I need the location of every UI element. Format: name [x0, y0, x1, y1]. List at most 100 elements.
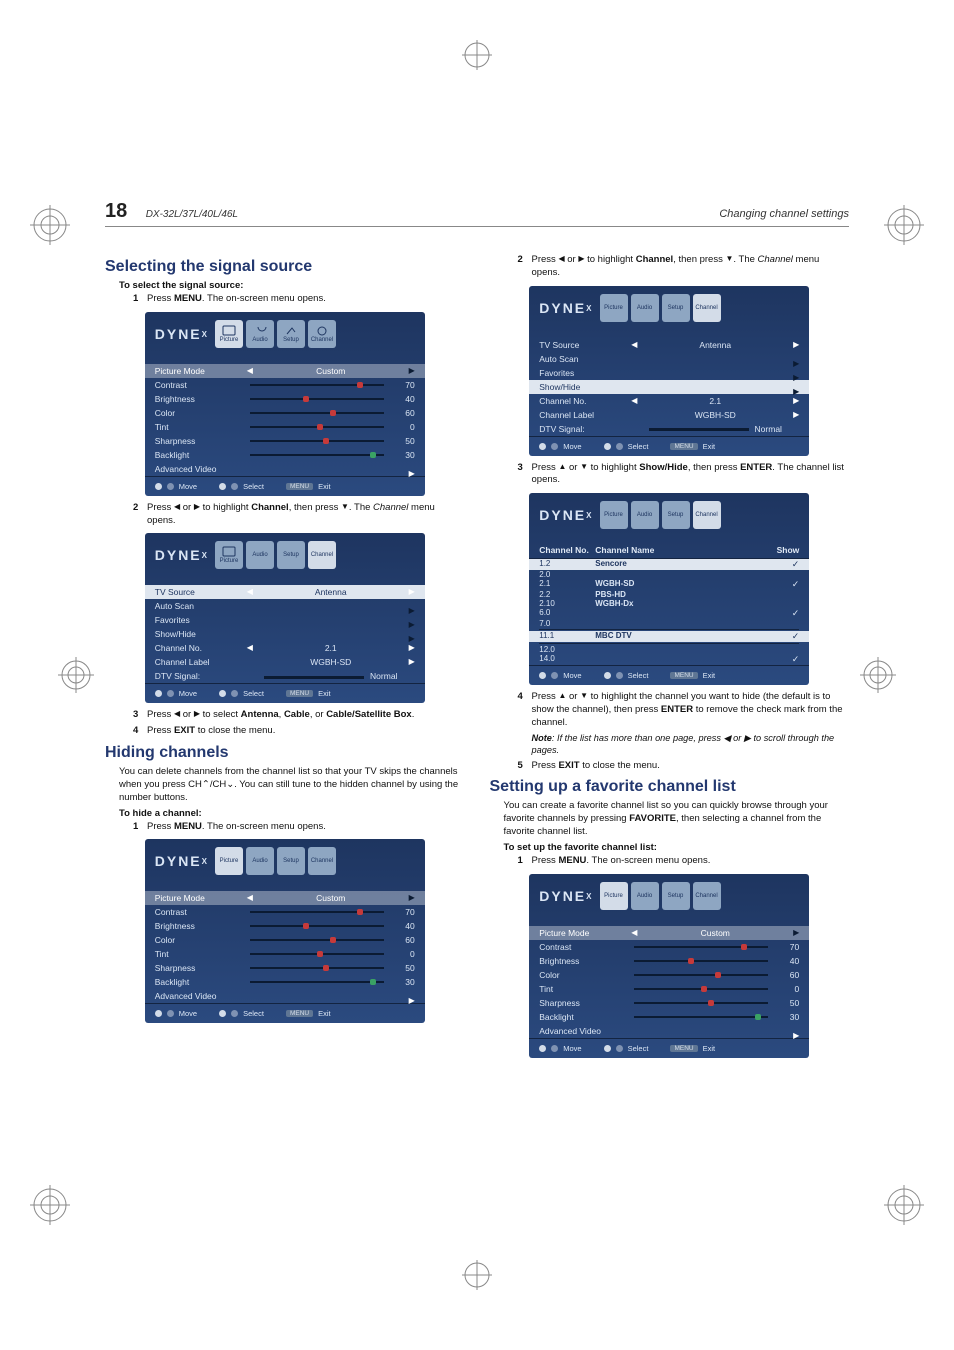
osd-row[interactable]: Sharpness50: [145, 434, 425, 448]
osd-row[interactable]: Color60: [529, 968, 809, 982]
channel-list-row[interactable]: 2.10WGBH-Dx: [529, 599, 809, 608]
page-header: 18 DX-32L/37L/40L/46L Changing channel s…: [105, 200, 849, 227]
tab-setup[interactable]: Setup: [277, 847, 305, 875]
osd-row[interactable]: Tint0: [529, 982, 809, 996]
step-2-4: 4 Press ▲ or ▼ to highlight the channel …: [518, 691, 850, 729]
osd-footer: Move Select MENU Exit: [529, 665, 809, 685]
registration-mark-br: [884, 1185, 924, 1225]
step-1-3: 3 Press ◀ or ▶ to select Antenna, Cable,…: [133, 709, 465, 722]
osd-footer: Move Select MENU Exit: [145, 1003, 425, 1023]
subhead-to-hide: To hide a channel:: [119, 808, 465, 819]
osd-row[interactable]: Color60: [145, 933, 425, 947]
tab-picture[interactable]: Picture: [600, 882, 628, 910]
registration-mark-tl: [30, 205, 70, 245]
osd-row[interactable]: Contrast70: [145, 905, 425, 919]
osd-row[interactable]: TV Source◀Antenna▶: [529, 338, 809, 352]
brand-logo: DYNEX: [155, 547, 209, 563]
tab-audio[interactable]: Audio: [246, 847, 274, 875]
osd-picture-menu: DYNEX Picture Audio Setup Channel Pictur…: [145, 312, 425, 496]
tab-audio[interactable]: Audio: [631, 882, 659, 910]
osd-footer: Move Select MENU Exit: [529, 1038, 809, 1058]
osd-footer: Move Select MENU Exit: [145, 476, 425, 496]
tab-picture[interactable]: Picture: [215, 847, 243, 875]
osd-row[interactable]: Channel LabelWGBH-SD▶: [529, 408, 809, 422]
step-2-5: 5 Press EXIT to close the menu.: [518, 760, 850, 773]
tab-setup[interactable]: Setup: [277, 541, 305, 569]
osd-row[interactable]: Contrast70: [529, 940, 809, 954]
step-1-4: 4 Press EXIT to close the menu.: [133, 725, 465, 738]
osd-row[interactable]: Show/Hide▶: [529, 380, 809, 394]
osd-row[interactable]: Brightness40: [145, 919, 425, 933]
registration-mark-tr: [884, 205, 924, 245]
hiding-intro: You can delete channels from the channel…: [119, 766, 465, 804]
osd-row[interactable]: DTV Signal:Normal: [529, 422, 809, 436]
tab-audio[interactable]: Audio: [631, 501, 659, 529]
osd-row[interactable]: Picture Mode◀Custom▶: [145, 364, 425, 378]
tab-audio[interactable]: Audio: [246, 541, 274, 569]
page-number: 18: [105, 200, 127, 222]
tab-audio[interactable]: Audio: [631, 294, 659, 322]
osd-row[interactable]: Color60: [145, 406, 425, 420]
osd-channel-menu: DYNEX Picture Audio Setup Channel TV Sou…: [529, 286, 809, 456]
osd-row[interactable]: Channel No.◀2.1▶: [529, 394, 809, 408]
osd-footer: Move Select MENU Exit: [529, 436, 809, 456]
osd-row[interactable]: Favorites▶: [145, 613, 425, 627]
channel-list-row[interactable]: 7.0: [529, 619, 809, 628]
tab-setup[interactable]: Setup: [662, 501, 690, 529]
osd-row[interactable]: Picture Mode◀Custom▶: [529, 926, 809, 940]
channel-list-row[interactable]: 2.1WGBH-SD✓: [529, 579, 809, 590]
osd-row[interactable]: Channel LabelWGBH-SD▶: [145, 655, 425, 669]
tab-channel[interactable]: Channel: [693, 501, 721, 529]
osd-row[interactable]: Auto Scan▶: [529, 352, 809, 366]
osd-row[interactable]: Contrast70: [145, 378, 425, 392]
channel-list-row[interactable]: 6.0✓: [529, 608, 809, 619]
tab-picture[interactable]: Picture: [215, 320, 243, 348]
osd-picture-menu: DYNEX Picture Audio Setup Channel Pictur…: [529, 874, 809, 1058]
osd-row[interactable]: Picture Mode◀Custom▶: [145, 891, 425, 905]
osd-row[interactable]: Tint0: [145, 947, 425, 961]
tab-setup[interactable]: Setup: [277, 320, 305, 348]
step-1-1: 1 Press MENU. The on-screen menu opens.: [133, 293, 465, 306]
channel-list-row[interactable]: 1.2Sencore✓: [529, 559, 809, 570]
osd-row[interactable]: Backlight30: [145, 975, 425, 989]
osd-row[interactable]: Sharpness50: [529, 996, 809, 1010]
tab-audio[interactable]: Audio: [246, 320, 274, 348]
tab-channel[interactable]: Channel: [308, 847, 336, 875]
osd-row[interactable]: Auto Scan▶: [145, 599, 425, 613]
osd-row[interactable]: Backlight30: [529, 1010, 809, 1024]
registration-mark-mr: [860, 657, 896, 693]
channel-list-row[interactable]: 2.0: [529, 570, 809, 579]
tab-picture[interactable]: Picture: [215, 541, 243, 569]
osd-row[interactable]: Brightness40: [145, 392, 425, 406]
model-number: DX-32L/37L/40L/46L: [146, 209, 238, 220]
tab-picture[interactable]: Picture: [600, 294, 628, 322]
osd-row[interactable]: Backlight30: [145, 448, 425, 462]
osd-row[interactable]: DTV Signal:Normal: [145, 669, 425, 683]
channel-list-row[interactable]: 14.0✓: [529, 654, 809, 665]
osd-row[interactable]: Advanced Video▶: [145, 462, 425, 476]
tab-setup[interactable]: Setup: [662, 294, 690, 322]
tab-setup[interactable]: Setup: [662, 882, 690, 910]
registration-mark-bl: [30, 1185, 70, 1225]
tab-channel[interactable]: Channel: [693, 882, 721, 910]
osd-row[interactable]: Tint0: [145, 420, 425, 434]
channel-list-row[interactable]: 11.1MBC DTV✓: [529, 631, 809, 642]
channel-list-row[interactable]: 2.2PBS-HD: [529, 590, 809, 599]
osd-row[interactable]: Sharpness50: [145, 961, 425, 975]
tab-channel[interactable]: Channel: [308, 541, 336, 569]
brand-logo: DYNEX: [155, 326, 209, 342]
osd-row[interactable]: Brightness40: [529, 954, 809, 968]
registration-mark-ml: [58, 657, 94, 693]
heading-hiding-channels: Hiding channels: [105, 744, 465, 762]
tab-channel[interactable]: Channel: [308, 320, 336, 348]
osd-row[interactable]: Channel No.◀2.1▶: [145, 641, 425, 655]
osd-row[interactable]: Show/Hide▶: [145, 627, 425, 641]
tab-channel[interactable]: Channel: [693, 294, 721, 322]
registration-mark-bc: [462, 1260, 492, 1290]
tab-picture[interactable]: Picture: [600, 501, 628, 529]
osd-row[interactable]: Advanced Video▶: [529, 1024, 809, 1038]
osd-row[interactable]: Advanced Video▶: [145, 989, 425, 1003]
channel-list-row[interactable]: 12.0: [529, 645, 809, 654]
osd-row[interactable]: Favorites▶: [529, 366, 809, 380]
osd-row[interactable]: TV Source◀Antenna▶: [145, 585, 425, 599]
